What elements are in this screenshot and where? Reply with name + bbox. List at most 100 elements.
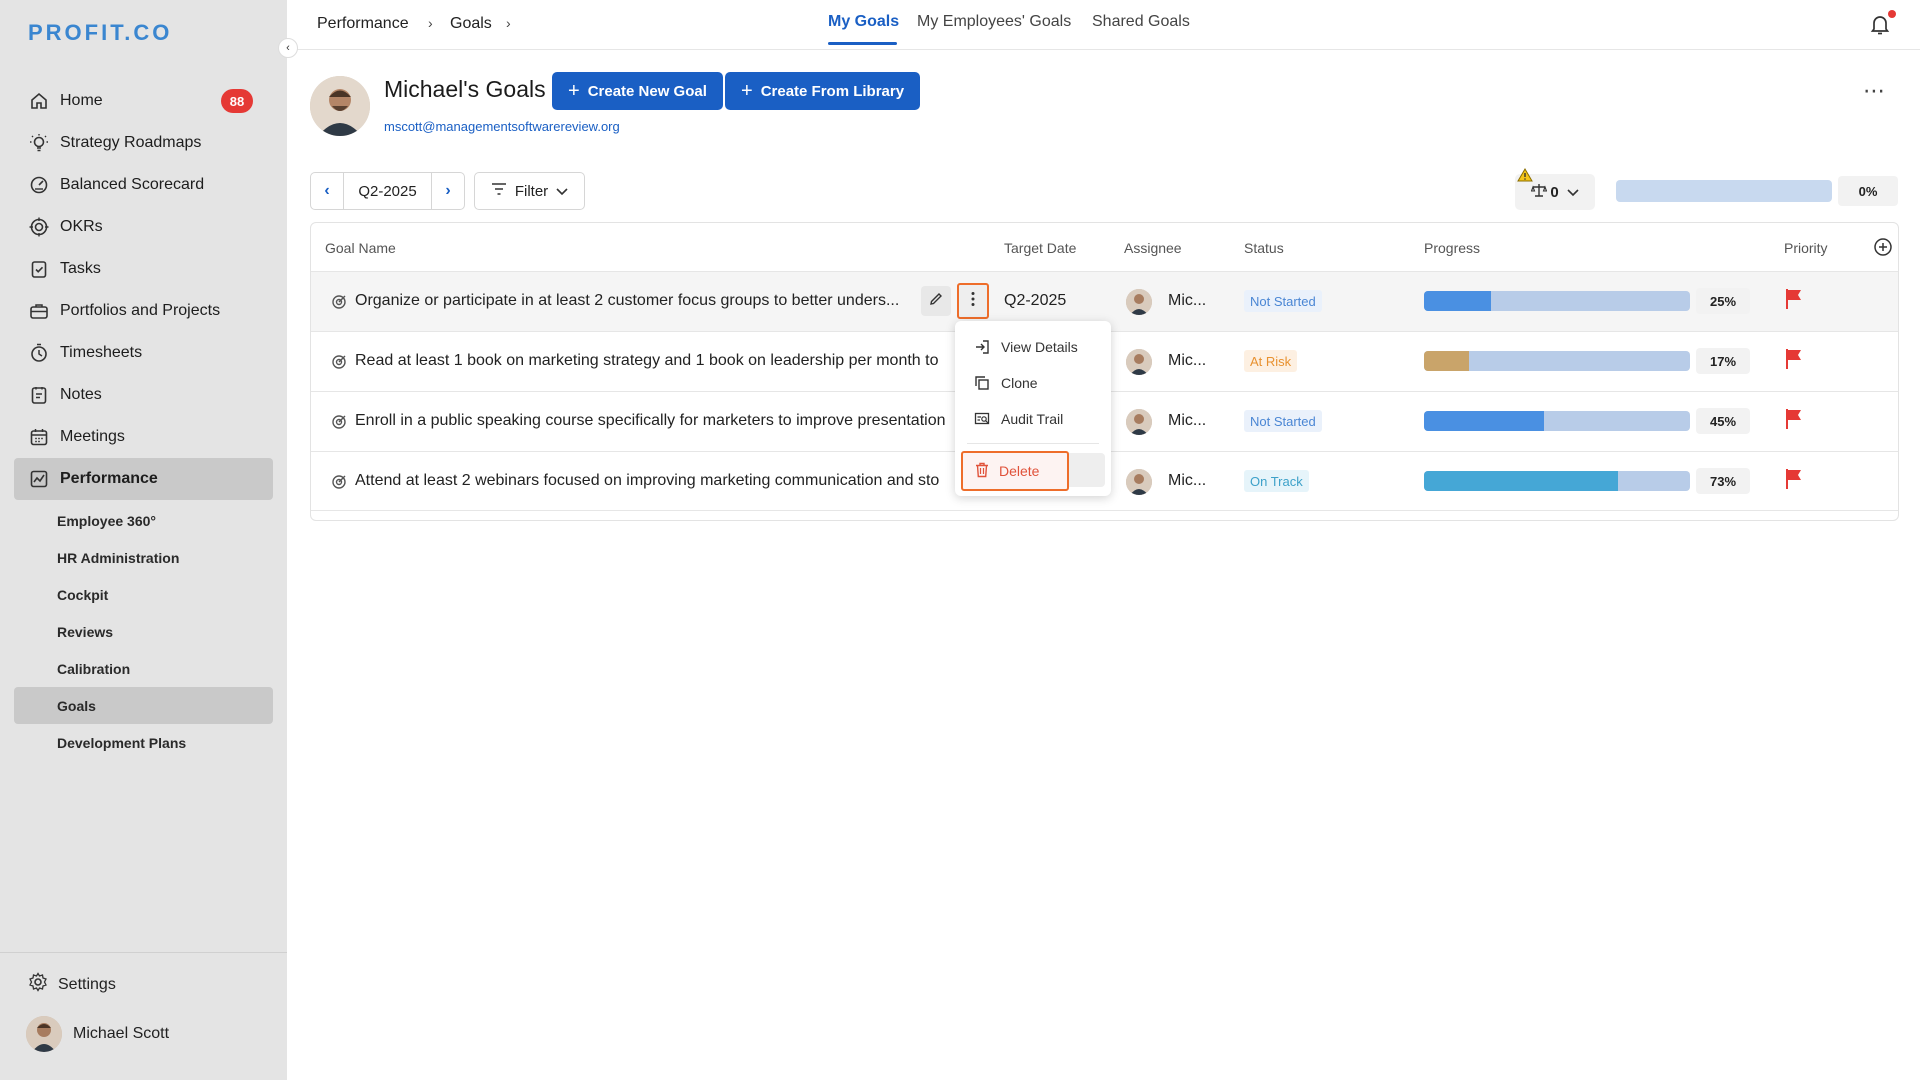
subnav-item-reviews[interactable]: Reviews (14, 613, 273, 650)
tab-shared-goals[interactable]: Shared Goals (1092, 13, 1190, 31)
column-header-assignee[interactable]: Assignee (1124, 240, 1182, 256)
column-header-status[interactable]: Status (1244, 240, 1284, 256)
create-new-goal-button[interactable]: + Create New Goal (552, 72, 723, 110)
progress-bar (1424, 411, 1690, 431)
settings-label: Settings (58, 975, 116, 993)
plus-icon: + (568, 79, 580, 102)
priority-flag-icon[interactable] (1785, 408, 1805, 430)
previous-period-button[interactable]: ‹ (311, 173, 343, 209)
balance-scale-icon (1531, 182, 1548, 202)
menu-item-clone[interactable]: Clone (973, 371, 1038, 395)
sidebar-item-label: Tasks (60, 260, 101, 277)
notification-dot (1888, 10, 1896, 18)
subnav-item-cockpit[interactable]: Cockpit (14, 576, 273, 613)
tab-my-goals[interactable]: My Goals (828, 13, 899, 31)
sidebar-item-tasks[interactable]: Tasks (14, 248, 273, 290)
sidebar-item-portfolios-and-projects[interactable]: Portfolios and Projects (14, 290, 273, 332)
filter-button[interactable]: Filter (474, 172, 585, 210)
sidebar-item-label: Notes (60, 386, 102, 403)
progress-value[interactable]: 45% (1696, 408, 1750, 434)
menu-item-view-details[interactable]: View Details (973, 335, 1078, 359)
profile-avatar (310, 76, 370, 136)
assignee-name: Mic... (1168, 292, 1207, 309)
sidebar-item-performance[interactable]: Performance (14, 458, 273, 500)
progress-fill (1424, 351, 1470, 371)
gauge-icon (28, 174, 50, 196)
filter-label: Filter (514, 182, 549, 200)
goal-name[interactable]: Enroll in a public speaking course speci… (355, 412, 958, 430)
goal-name[interactable]: Organize or participate in at least 2 cu… (355, 292, 915, 310)
priority-flag-icon[interactable] (1785, 468, 1805, 490)
menu-item-delete[interactable]: Delete (961, 451, 1069, 491)
progress-value[interactable]: 17% (1696, 348, 1750, 374)
period-value[interactable]: Q2-2025 (343, 173, 432, 209)
sidebar-item-okrs[interactable]: OKRs (14, 206, 273, 248)
chevron-left-icon: ‹ (324, 182, 330, 199)
priority-flag-icon[interactable] (1785, 348, 1805, 370)
sidebar-item-timesheets[interactable]: Timesheets (14, 332, 273, 374)
row-actions-button[interactable] (957, 283, 989, 319)
goal-name[interactable]: Read at least 1 book on marketing strate… (355, 352, 958, 370)
status-badge[interactable]: Not Started (1244, 410, 1322, 432)
progress-value[interactable]: 25% (1696, 288, 1750, 314)
overall-progress-value: 0% (1838, 176, 1898, 206)
status-badge[interactable]: On Track (1244, 470, 1309, 492)
status-badge[interactable]: Not Started (1244, 290, 1322, 312)
subnav-item-hr-administration[interactable]: HR Administration (14, 539, 273, 576)
subnav-item-development-plans[interactable]: Development Plans (14, 724, 273, 761)
sidebar-item-label: Timesheets (60, 344, 143, 361)
assignee-avatar (1126, 349, 1152, 375)
profit-co-logo[interactable]: PROFIT.CO (28, 20, 172, 46)
target-icon (28, 216, 50, 238)
top-bar: Performance › Goals › My Goals My Employ… (287, 0, 1920, 50)
overall-progress-bar (1616, 180, 1832, 202)
goal-target-icon (331, 294, 347, 310)
user-profile[interactable]: Michael Scott (26, 1016, 169, 1052)
goal-target-icon (331, 354, 347, 370)
collapse-sidebar-button[interactable]: ‹ (278, 38, 298, 58)
add-column-icon[interactable] (1873, 237, 1893, 257)
column-header-target-date[interactable]: Target Date (1004, 240, 1076, 256)
progress-bar (1424, 351, 1690, 371)
progress-fill (1424, 291, 1491, 311)
menu-item-audit-trail[interactable]: Audit Trail (973, 407, 1063, 431)
menu-item-label: View Details (1001, 339, 1078, 355)
trash-icon (975, 462, 989, 481)
column-header-priority[interactable]: Priority (1784, 240, 1828, 256)
sidebar-item-settings[interactable]: Settings (28, 972, 116, 997)
briefcase-icon (28, 300, 50, 322)
column-header-goal-name[interactable]: Goal Name (325, 240, 396, 256)
edit-goal-button[interactable] (921, 286, 951, 316)
sidebar-divider (0, 952, 287, 953)
delete-label: Delete (999, 463, 1040, 479)
sidebar-item-home[interactable]: Home 88 (14, 80, 273, 122)
pencil-icon (929, 292, 943, 311)
next-period-button[interactable]: › (432, 173, 464, 209)
tab-my-employees-goals[interactable]: My Employees' Goals (917, 13, 1071, 31)
breadcrumb-goals[interactable]: Goals (450, 15, 492, 33)
subnav-item-goals[interactable]: Goals (14, 687, 273, 724)
chevron-down-icon (1567, 184, 1579, 201)
column-header-progress[interactable]: Progress (1424, 240, 1480, 256)
sidebar-item-label: Strategy Roadmaps (60, 134, 202, 151)
sidebar-item-balanced-scorecard[interactable]: Balanced Scorecard (14, 164, 273, 206)
weightage-dropdown[interactable]: 0 (1515, 168, 1595, 210)
notes-icon (28, 384, 50, 406)
progress-value[interactable]: 73% (1696, 468, 1750, 494)
sidebar-item-strategy-roadmaps[interactable]: Strategy Roadmaps (14, 122, 273, 164)
sidebar-item-meetings[interactable]: Meetings (14, 416, 273, 458)
audit-trail-icon (973, 410, 991, 428)
status-badge[interactable]: At Risk (1244, 350, 1298, 372)
active-tab-indicator (828, 42, 897, 45)
goal-name[interactable]: Attend at least 2 webinars focused on im… (355, 472, 958, 490)
home-icon (28, 90, 50, 112)
user-email[interactable]: mscott@managementsoftwarereview.org (384, 119, 620, 134)
menu-item-label: Audit Trail (1001, 411, 1064, 427)
breadcrumb-performance[interactable]: Performance (317, 15, 409, 33)
create-from-library-button[interactable]: + Create From Library (725, 72, 921, 110)
priority-flag-icon[interactable] (1785, 288, 1805, 310)
sidebar-item-notes[interactable]: Notes (14, 374, 273, 416)
more-options-icon[interactable]: ⋯ (1863, 78, 1886, 104)
subnav-item-calibration[interactable]: Calibration (14, 650, 273, 687)
subnav-item-employee-360[interactable]: Employee 360° (14, 502, 273, 539)
